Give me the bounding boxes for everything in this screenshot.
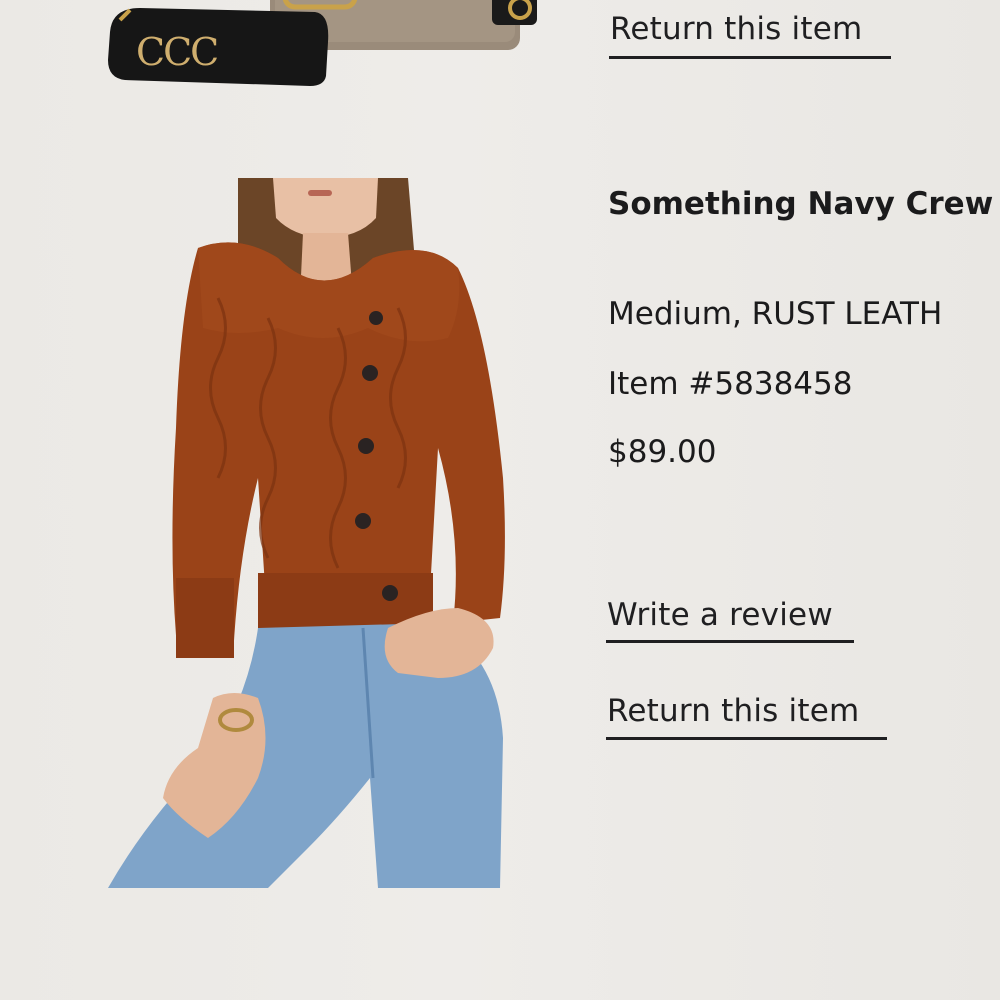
item-number: Item #5838458 xyxy=(608,366,853,402)
product-variant: Medium, RUST LEATH xyxy=(608,296,943,332)
return-item-link-previous[interactable]: Return this item xyxy=(610,12,862,46)
product-image[interactable] xyxy=(108,178,528,888)
return-item-link[interactable]: Return this item xyxy=(607,694,859,728)
link-underline xyxy=(606,640,854,643)
link-underline xyxy=(606,737,887,740)
previous-item-image[interactable]: CCC xyxy=(100,0,550,100)
link-underline xyxy=(609,56,891,59)
product-title[interactable]: Something Navy Crew xyxy=(608,186,993,222)
product-price: $89.00 xyxy=(608,434,717,470)
bag-logo: CCC xyxy=(136,30,219,74)
write-review-link[interactable]: Write a review xyxy=(607,598,833,632)
